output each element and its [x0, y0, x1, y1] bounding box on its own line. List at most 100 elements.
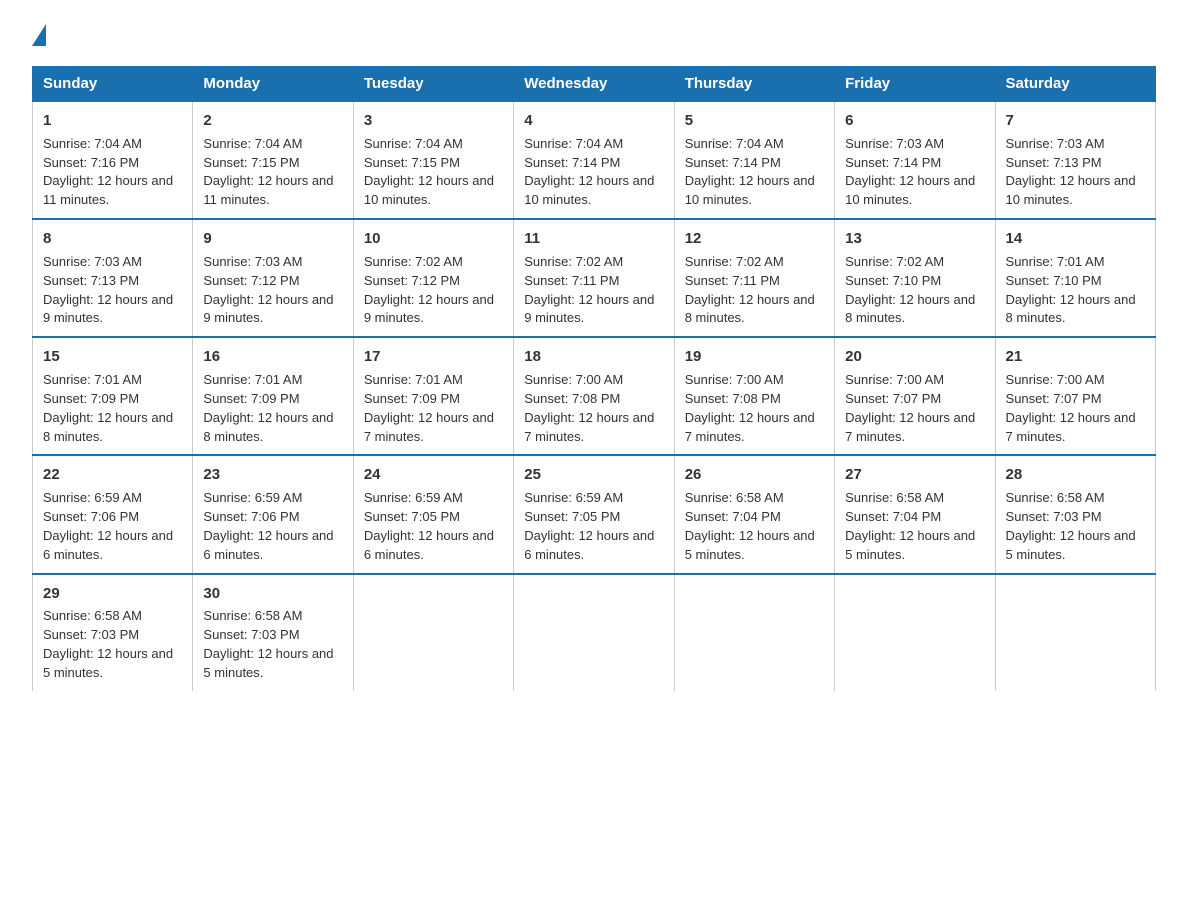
day-number: 13 [845, 228, 984, 250]
sunrise-text: Sunrise: 6:58 AM [845, 490, 944, 505]
sunrise-text: Sunrise: 6:59 AM [203, 490, 302, 505]
calendar-cell: 17Sunrise: 7:01 AMSunset: 7:09 PMDayligh… [353, 337, 513, 455]
sunset-text: Sunset: 7:07 PM [845, 391, 941, 406]
daylight-text: Daylight: 12 hours and 8 minutes. [685, 292, 815, 326]
daylight-text: Daylight: 12 hours and 7 minutes. [1006, 410, 1136, 444]
sunrise-text: Sunrise: 7:04 AM [524, 136, 623, 151]
calendar-cell [995, 574, 1155, 691]
sunrise-text: Sunrise: 7:01 AM [364, 372, 463, 387]
calendar-cell: 18Sunrise: 7:00 AMSunset: 7:08 PMDayligh… [514, 337, 674, 455]
calendar-cell: 12Sunrise: 7:02 AMSunset: 7:11 PMDayligh… [674, 219, 834, 337]
calendar-cell: 9Sunrise: 7:03 AMSunset: 7:12 PMDaylight… [193, 219, 353, 337]
logo-triangle-icon [32, 24, 46, 46]
sunset-text: Sunset: 7:10 PM [845, 273, 941, 288]
sunset-text: Sunset: 7:13 PM [43, 273, 139, 288]
sunrise-text: Sunrise: 6:59 AM [364, 490, 463, 505]
daylight-text: Daylight: 12 hours and 5 minutes. [43, 646, 173, 680]
daylight-text: Daylight: 12 hours and 6 minutes. [43, 528, 173, 562]
sunrise-text: Sunrise: 7:00 AM [845, 372, 944, 387]
sunset-text: Sunset: 7:09 PM [43, 391, 139, 406]
daylight-text: Daylight: 12 hours and 5 minutes. [845, 528, 975, 562]
sunrise-text: Sunrise: 7:04 AM [203, 136, 302, 151]
sunset-text: Sunset: 7:12 PM [203, 273, 299, 288]
sunset-text: Sunset: 7:09 PM [203, 391, 299, 406]
day-number: 12 [685, 228, 824, 250]
sunrise-text: Sunrise: 7:03 AM [1006, 136, 1105, 151]
daylight-text: Daylight: 12 hours and 10 minutes. [685, 173, 815, 207]
sunset-text: Sunset: 7:14 PM [685, 155, 781, 170]
calendar-header-row: SundayMondayTuesdayWednesdayThursdayFrid… [33, 67, 1156, 102]
sunset-text: Sunset: 7:08 PM [685, 391, 781, 406]
calendar-cell: 24Sunrise: 6:59 AMSunset: 7:05 PMDayligh… [353, 455, 513, 573]
day-number: 26 [685, 464, 824, 486]
day-number: 8 [43, 228, 182, 250]
calendar-cell: 5Sunrise: 7:04 AMSunset: 7:14 PMDaylight… [674, 101, 834, 219]
day-number: 6 [845, 110, 984, 132]
day-number: 30 [203, 583, 342, 605]
week-row-3: 15 Sunrise: 7:01 AM Sunset: 7:09 PM Dayligh… [33, 337, 1156, 455]
daylight-text: Daylight: 12 hours and 6 minutes. [364, 528, 494, 562]
header-tuesday: Tuesday [353, 67, 513, 102]
sunset-text: Sunset: 7:09 PM [364, 391, 460, 406]
calendar-cell: 30Sunrise: 6:58 AMSunset: 7:03 PMDayligh… [193, 574, 353, 691]
sunrise-text: Sunrise: 7:04 AM [364, 136, 463, 151]
daylight-text: Daylight: 12 hours and 9 minutes. [364, 292, 494, 326]
sunrise-text: Sunrise: 7:00 AM [685, 372, 784, 387]
calendar-cell: 22Sunrise: 6:59 AMSunset: 7:06 PMDayligh… [33, 455, 193, 573]
sunrise-text: Sunrise: 6:59 AM [524, 490, 623, 505]
sunrise-text: Sunrise: 7:03 AM [845, 136, 944, 151]
sunset-text: Sunset: 7:11 PM [524, 273, 619, 288]
daylight-text: Daylight: 12 hours and 10 minutes. [845, 173, 975, 207]
calendar-cell: 28Sunrise: 6:58 AMSunset: 7:03 PMDayligh… [995, 455, 1155, 573]
week-row-5: 29Sunrise: 6:58 AMSunset: 7:03 PMDayligh… [33, 574, 1156, 691]
sunset-text: Sunset: 7:10 PM [1006, 273, 1102, 288]
week-row-4: 22 Sunrise: 6:59 AM Sunset: 7:06 PM Dayligh… [33, 455, 1156, 573]
day-number: 25 [524, 464, 663, 486]
day-number: 22 [43, 464, 182, 486]
daylight-text: Daylight: 12 hours and 9 minutes. [43, 292, 173, 326]
daylight-text: Daylight: 12 hours and 10 minutes. [524, 173, 654, 207]
daylight-text: Daylight: 12 hours and 7 minutes. [364, 410, 494, 444]
week-row-1: 1 Sunrise: 7:04 AM Sunset: 7:16 PM Daylight… [33, 101, 1156, 219]
sunset-text: Sunset: 7:06 PM [43, 509, 139, 524]
day-number: 23 [203, 464, 342, 486]
day-number: 1 [43, 110, 182, 132]
day-number: 28 [1006, 464, 1145, 486]
daylight-text: Daylight: 12 hours and 8 minutes. [43, 410, 173, 444]
sunset-text: Sunset: 7:06 PM [203, 509, 299, 524]
sunset-text: Sunset: 7:03 PM [43, 627, 139, 642]
day-number: 14 [1006, 228, 1145, 250]
calendar-cell: 20Sunrise: 7:00 AMSunset: 7:07 PMDayligh… [835, 337, 995, 455]
calendar-cell: 3Sunrise: 7:04 AMSunset: 7:15 PMDaylight… [353, 101, 513, 219]
calendar-cell: 6Sunrise: 7:03 AMSunset: 7:14 PMDaylight… [835, 101, 995, 219]
daylight-text: Daylight: 12 hours and 8 minutes. [845, 292, 975, 326]
daylight-text: Daylight: 12 hours and 11 minutes. [203, 173, 333, 207]
day-number: 20 [845, 346, 984, 368]
sunrise-text: Sunrise: 6:58 AM [43, 608, 142, 623]
sunrise-text: Sunrise: 7:02 AM [524, 254, 623, 269]
sunrise-text: Sunrise: 7:04 AM [685, 136, 784, 151]
day-number: 15 [43, 346, 182, 368]
sunset-text: Sunset: 7:16 PM [43, 155, 139, 170]
header-thursday: Thursday [674, 67, 834, 102]
sunrise-text: Sunrise: 7:02 AM [364, 254, 463, 269]
sunset-text: Sunset: 7:15 PM [364, 155, 460, 170]
sunset-text: Sunset: 7:05 PM [524, 509, 620, 524]
calendar-cell: 7Sunrise: 7:03 AMSunset: 7:13 PMDaylight… [995, 101, 1155, 219]
daylight-text: Daylight: 12 hours and 7 minutes. [524, 410, 654, 444]
sunrise-text: Sunrise: 7:04 AM [43, 136, 142, 151]
day-number: 21 [1006, 346, 1145, 368]
daylight-text: Daylight: 12 hours and 5 minutes. [685, 528, 815, 562]
day-number: 24 [364, 464, 503, 486]
sunset-text: Sunset: 7:13 PM [1006, 155, 1102, 170]
week-row-2: 8Sunrise: 7:03 AMSunset: 7:13 PMDaylight… [33, 219, 1156, 337]
calendar-cell: 23 Sunrise: 6:59 AM Sunset: 7:06 PM Dayligh… [193, 455, 353, 573]
calendar-cell: 16Sunrise: 7:01 AMSunset: 7:09 PMDayligh… [193, 337, 353, 455]
sunrise-text: Sunrise: 7:02 AM [845, 254, 944, 269]
header-friday: Friday [835, 67, 995, 102]
calendar-cell: 1Sunrise: 7:04 AMSunset: 7:16 PMDaylight… [33, 101, 193, 219]
calendar-cell: 4Sunrise: 7:04 AMSunset: 7:14 PMDaylight… [514, 101, 674, 219]
daylight-text: Daylight: 12 hours and 10 minutes. [1006, 173, 1136, 207]
daylight-text: Daylight: 12 hours and 6 minutes. [203, 528, 333, 562]
calendar-cell [835, 574, 995, 691]
